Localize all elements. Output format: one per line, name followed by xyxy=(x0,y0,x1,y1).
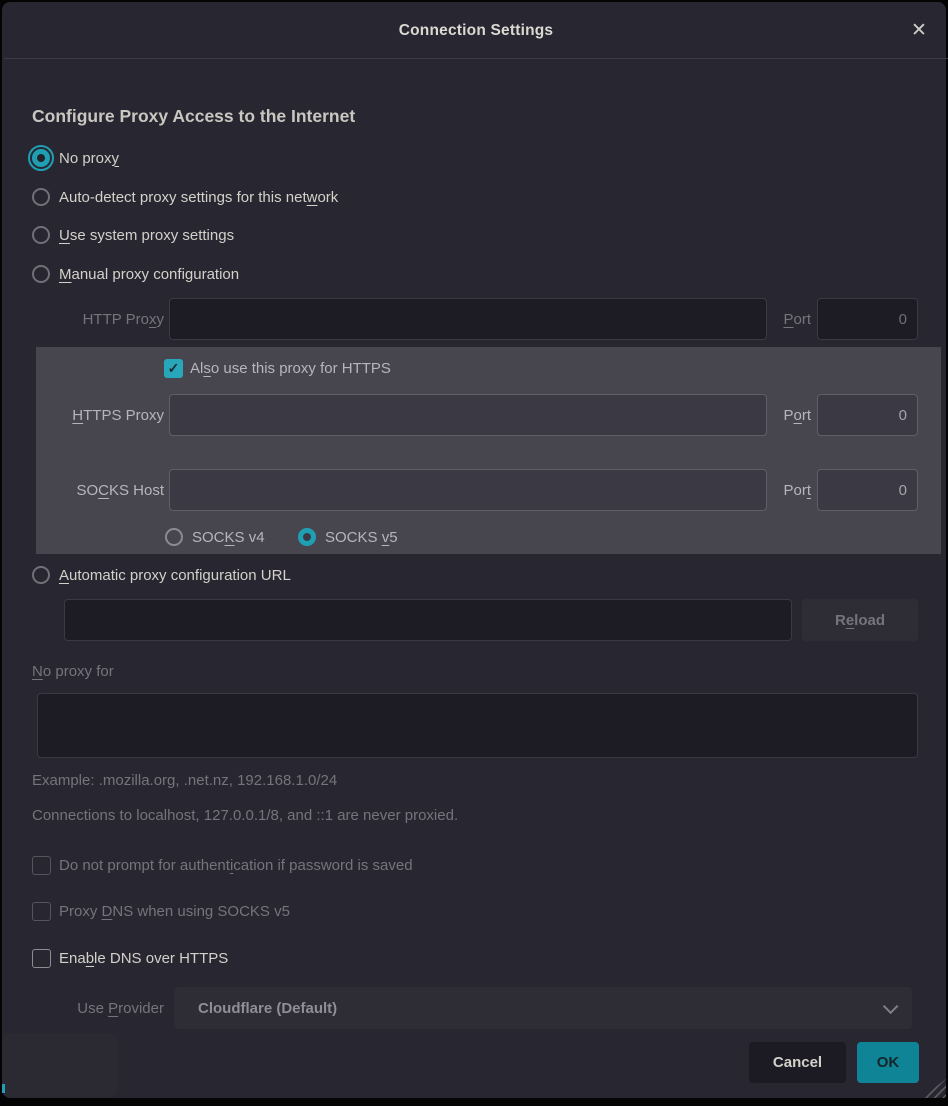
radio-socks-v5[interactable] xyxy=(298,528,316,546)
radio-option-auto-detect[interactable]: Auto-detect proxy settings for this netw… xyxy=(32,185,338,209)
radio-label-auto-url: Automatic proxy configuration URL xyxy=(59,567,291,584)
radio-label-use-system: Use system proxy settings xyxy=(59,227,234,244)
resize-grip[interactable] xyxy=(921,1079,946,1098)
radio-option-manual[interactable]: Manual proxy configuration xyxy=(32,262,239,286)
radio-option-use-system[interactable]: Use system proxy settings xyxy=(32,223,234,247)
radio-option-socks-v5[interactable]: SOCKS v5 xyxy=(298,525,398,549)
http-proxy-label: HTTP Proxy xyxy=(32,311,164,328)
http-port-label: Port xyxy=(775,311,811,328)
accent-sliver-artifact xyxy=(2,1084,5,1093)
radio-option-socks-v4[interactable]: SOCKS v4 xyxy=(165,525,265,549)
radio-option-auto-url[interactable]: Automatic proxy configuration URL xyxy=(32,563,291,587)
chevron-down-icon xyxy=(883,998,899,1014)
dialog-title: Connection Settings xyxy=(4,4,948,58)
proxy-dns-label: Proxy DNS when using SOCKS v5 xyxy=(59,903,290,920)
socks-host-row: SOCKS Host Port xyxy=(32,469,918,511)
connection-settings-dialog: Connection Settings ✕ Configure Proxy Ac… xyxy=(2,2,946,1098)
socks-host-input[interactable] xyxy=(169,469,767,511)
close-icon[interactable]: ✕ xyxy=(906,18,932,44)
radio-label-manual: Manual proxy configuration xyxy=(59,266,239,283)
bottom-left-panel-artifact xyxy=(2,1033,117,1097)
ok-button-label: OK xyxy=(877,1054,900,1071)
page-heading: Configure Proxy Access to the Internet xyxy=(32,106,355,127)
provider-select[interactable]: Cloudflare (Default) xyxy=(174,987,912,1029)
enable-doh-checkbox-row[interactable]: Enable DNS over HTTPS xyxy=(32,946,228,970)
reload-button[interactable]: Reload xyxy=(802,599,918,641)
radio-manual[interactable] xyxy=(32,265,50,283)
radio-label-socks-v5: SOCKS v5 xyxy=(325,529,398,546)
radio-auto-url[interactable] xyxy=(32,566,50,584)
radio-label-auto-detect: Auto-detect proxy settings for this netw… xyxy=(59,189,338,206)
proxy-dns-checkbox-row[interactable]: Proxy DNS when using SOCKS v5 xyxy=(32,899,290,923)
screen: Connection Settings ✕ Configure Proxy Ac… xyxy=(0,0,948,1106)
enable-doh-label: Enable DNS over HTTPS xyxy=(59,950,228,967)
no-prompt-auth-checkbox-row[interactable]: Do not prompt for authentication if pass… xyxy=(32,853,413,877)
no-proxy-for-label: No proxy for xyxy=(32,663,114,680)
radio-auto-detect[interactable] xyxy=(32,188,50,206)
no-proxy-for-textarea[interactable] xyxy=(37,693,918,758)
cancel-button-label: Cancel xyxy=(773,1054,822,1071)
socks-port-input[interactable] xyxy=(817,469,918,511)
https-proxy-input[interactable] xyxy=(169,394,767,436)
dialog-titlebar: Connection Settings ✕ xyxy=(4,4,948,59)
https-port-input[interactable] xyxy=(817,394,918,436)
use-provider-label: Use Provider xyxy=(32,1000,164,1017)
no-proxy-note-text: Connections to localhost, 127.0.0.1/8, a… xyxy=(32,807,458,824)
ok-button[interactable]: OK xyxy=(857,1042,919,1083)
provider-select-value: Cloudflare (Default) xyxy=(198,1000,337,1017)
https-proxy-label: HTTPS Proxy xyxy=(32,407,164,424)
radio-no-proxy[interactable] xyxy=(32,149,50,167)
reload-button-label: Reload xyxy=(835,612,885,629)
radio-option-no-proxy[interactable]: No proxy xyxy=(32,146,119,170)
https-port-label: Port xyxy=(775,407,811,424)
also-https-checkbox[interactable]: ✓ xyxy=(164,359,183,378)
also-https-label: Also use this proxy for HTTPS xyxy=(190,360,391,377)
radio-label-no-proxy: No proxy xyxy=(59,150,119,167)
cancel-button[interactable]: Cancel xyxy=(749,1042,846,1083)
enable-doh-checkbox[interactable] xyxy=(32,949,51,968)
proxy-dns-checkbox[interactable] xyxy=(32,902,51,921)
auto-config-url-input[interactable] xyxy=(64,599,792,641)
socks-port-label: Port xyxy=(775,482,811,499)
http-proxy-row: HTTP Proxy Port xyxy=(32,298,918,340)
http-proxy-input[interactable] xyxy=(169,298,767,340)
no-prompt-auth-label: Do not prompt for authentication if pass… xyxy=(59,857,413,874)
radio-use-system[interactable] xyxy=(32,226,50,244)
socks-host-label: SOCKS Host xyxy=(32,482,164,499)
also-https-checkbox-row[interactable]: ✓ Also use this proxy for HTTPS xyxy=(164,356,391,380)
radio-label-socks-v4: SOCKS v4 xyxy=(192,529,265,546)
no-prompt-auth-checkbox[interactable] xyxy=(32,856,51,875)
no-proxy-example-text: Example: .mozilla.org, .net.nz, 192.168.… xyxy=(32,772,337,789)
radio-socks-v4[interactable] xyxy=(165,528,183,546)
https-proxy-row: HTTPS Proxy Port xyxy=(32,394,918,436)
http-port-input[interactable] xyxy=(817,298,918,340)
